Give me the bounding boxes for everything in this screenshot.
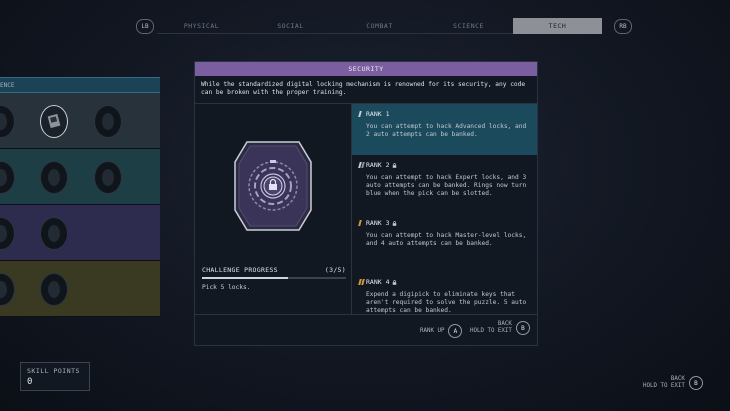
lb-shoulder-button[interactable]: LB — [136, 19, 154, 34]
back-sub-label: HOLD TO EXIT — [470, 328, 512, 334]
skill-icon — [48, 169, 60, 186]
challenge-task: Pick 5 locks. — [202, 284, 251, 291]
rank-item-2[interactable]: RANK 2 You can attempt to hack Expert lo… — [352, 155, 537, 213]
skill-points-label: SKILL POINTS — [27, 367, 80, 375]
challenge-progress-bar — [202, 277, 346, 279]
back-label: BACK — [497, 321, 512, 327]
rank-item-4[interactable]: RANK 4 Expend a digipick to eliminate ke… — [352, 272, 537, 315]
skill-node[interactable] — [0, 273, 15, 306]
corner-b-button-icon: B — [688, 376, 703, 390]
a-button-icon: A — [448, 324, 463, 338]
rank-title: RANK 4 — [366, 278, 390, 286]
tab-science[interactable]: SCIENCE — [424, 18, 513, 34]
skill-node[interactable] — [40, 161, 68, 194]
skill-icon — [48, 225, 60, 242]
rank-title: RANK 1 — [366, 110, 390, 118]
lock-icon — [393, 220, 397, 226]
skill-icon — [102, 113, 114, 130]
skill-node[interactable] — [0, 105, 15, 138]
rank-description: You can attempt to hack Master-level loc… — [366, 232, 527, 247]
skill-icon — [0, 281, 7, 298]
skill-node-security[interactable] — [40, 105, 68, 138]
rank-4-pip-icon — [358, 279, 364, 285]
corner-back-label: BACK — [670, 376, 685, 382]
rb-shoulder-button[interactable]: RB — [614, 19, 632, 34]
tab-combat[interactable]: COMBAT — [335, 18, 424, 34]
skill-points-box: SKILL POINTS 0 — [20, 362, 90, 391]
skill-tree: ENCE — [0, 77, 160, 317]
rank-1-pip-icon — [358, 111, 363, 117]
skill-icon — [0, 225, 7, 242]
skill-node[interactable] — [0, 217, 15, 250]
skill-points-value: 0 — [27, 377, 33, 387]
skill-detail-panel: SECURITY While the standardized digital … — [194, 61, 538, 346]
skill-node[interactable] — [40, 217, 68, 250]
lock-icon — [393, 279, 397, 285]
skill-icon — [0, 113, 7, 130]
rank-description: You can attempt to hack Advanced locks, … — [366, 123, 527, 138]
rank-3-pip-icon — [358, 220, 363, 226]
rank-up-label: RANK UP — [420, 328, 445, 334]
lock-icon — [393, 162, 397, 168]
skill-category-tabs: PHYSICAL SOCIAL COMBAT SCIENCE TECH — [157, 18, 602, 34]
skill-tier-row — [0, 93, 160, 149]
rank-description: Expend a digipick to eliminate keys that… — [366, 291, 527, 314]
challenge-progress-count: (3/5) — [324, 266, 346, 274]
skill-icon — [48, 281, 60, 298]
panel-footer: RANK UP A BACK HOLD TO EXIT B — [195, 314, 537, 345]
skill-icon — [0, 169, 7, 186]
corner-back-button[interactable]: BACK HOLD TO EXIT B — [643, 376, 703, 390]
skill-icon — [102, 169, 114, 186]
skill-tier-row — [0, 205, 160, 261]
skill-node[interactable] — [94, 161, 122, 194]
skill-tier-row — [0, 149, 160, 205]
corner-back-sub-label: HOLD TO EXIT — [643, 383, 685, 389]
rank-2-pip-icon — [358, 162, 364, 168]
challenge-progress-label: CHALLENGE PROGRESS — [202, 266, 278, 274]
rank-description: You can attempt to hack Expert locks, an… — [366, 174, 527, 197]
skill-tier-row — [0, 261, 160, 317]
rank-item-1[interactable]: RANK 1 You can attempt to hack Advanced … — [352, 104, 537, 155]
skill-emblem-column: CHALLENGE PROGRESS (3/5) Pick 5 locks. — [195, 104, 352, 314]
skill-title: SECURITY — [195, 62, 537, 76]
skill-node[interactable] — [94, 105, 122, 138]
lock-device-icon — [47, 113, 61, 129]
skill-node[interactable] — [0, 161, 15, 194]
skill-tree-header: ENCE — [0, 77, 160, 93]
rank-list: RANK 1 You can attempt to hack Advanced … — [352, 104, 537, 314]
tab-physical[interactable]: PHYSICAL — [157, 18, 246, 34]
challenge-progress-fill — [202, 277, 289, 279]
b-button-icon: B — [515, 321, 530, 335]
skill-node[interactable] — [40, 273, 68, 306]
rank-title: RANK 2 — [366, 161, 390, 169]
challenge-progress: CHALLENGE PROGRESS (3/5) Pick 5 locks. — [202, 266, 346, 291]
rank-title: RANK 3 — [366, 219, 390, 227]
back-button[interactable]: BACK HOLD TO EXIT B — [470, 321, 530, 335]
skill-description: While the standardized digital locking m… — [195, 76, 537, 104]
rank-item-3[interactable]: RANK 3 You can attempt to hack Master-le… — [352, 213, 537, 272]
tab-tech[interactable]: TECH — [513, 18, 602, 34]
security-lock-emblem-icon — [234, 141, 312, 231]
tab-social[interactable]: SOCIAL — [246, 18, 335, 34]
rank-up-button[interactable]: RANK UP A — [420, 324, 463, 338]
